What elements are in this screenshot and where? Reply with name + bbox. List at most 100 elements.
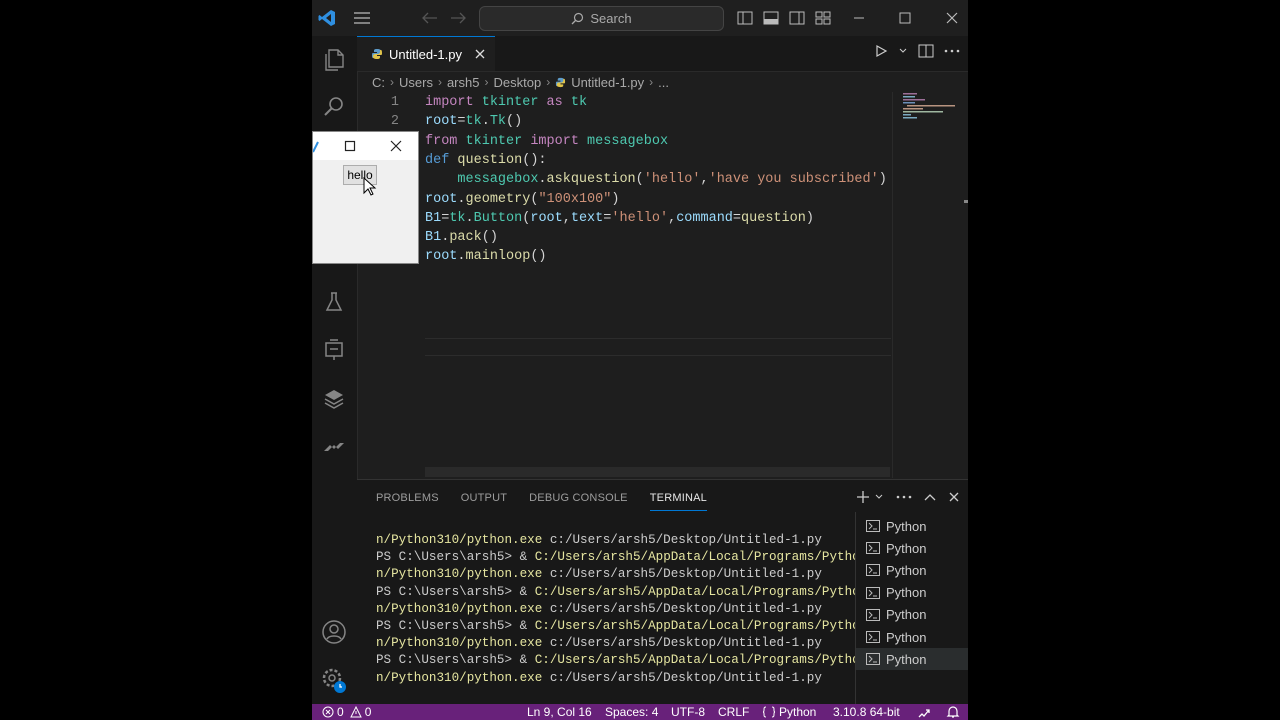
tab-problems[interactable]: PROBLEMS [376, 492, 439, 511]
search-icon[interactable] [320, 93, 348, 121]
run-icon[interactable] [874, 44, 888, 58]
menu-icon[interactable] [352, 8, 372, 28]
terminal-instance[interactable]: Python [856, 648, 968, 671]
extensions-icon[interactable] [320, 385, 348, 413]
code-token: from [425, 133, 466, 149]
terminal-instance[interactable]: Python [856, 626, 968, 648]
title-bar: Search [312, 0, 968, 37]
breadcrumb-drive[interactable]: C: [372, 75, 385, 90]
code-token: tk [449, 210, 466, 226]
terminal-prefix: PS C:\Users\arsh5> & [376, 550, 535, 565]
code-token: , [562, 210, 571, 226]
code-token: import [530, 133, 588, 149]
problems-status[interactable]: 0 0 [322, 704, 371, 720]
breadcrumb-desktop[interactable]: Desktop [493, 75, 541, 90]
code-token: Tk [489, 114, 507, 130]
panel-actions [856, 490, 960, 504]
code-token: messagebox [457, 172, 539, 188]
terminal-instance-label: Python [886, 585, 927, 601]
tk-close-icon[interactable] [390, 140, 402, 152]
close-tab-icon[interactable] [474, 48, 486, 60]
back-arrow-icon[interactable] [420, 8, 440, 28]
code-token: root [425, 249, 458, 265]
code-token: = [457, 114, 466, 130]
tab-output[interactable]: OUTPUT [461, 492, 507, 511]
code-token: ) [805, 210, 814, 226]
terminal-rest: c:/Users/arsh5/Desktop/Untitled-1.py [542, 601, 822, 616]
line-number: 1 [390, 95, 399, 110]
code-token: tk [465, 114, 482, 130]
terminal-instance[interactable]: Python [856, 582, 968, 604]
maximize-panel-icon[interactable] [924, 492, 936, 502]
terminal-instance-label: Python [886, 540, 927, 556]
tab-untitled-1[interactable]: Untitled-1.py [357, 36, 495, 71]
breadcrumb-users[interactable]: Users [399, 75, 433, 90]
code-token: tk [570, 95, 588, 110]
chevron-down-icon[interactable] [874, 492, 884, 502]
code-token: , [668, 210, 677, 226]
breadcrumb-file[interactable]: Untitled-1.py [571, 75, 644, 90]
horizontal-scrollbar[interactable] [425, 467, 890, 477]
command-center-search[interactable]: Search [479, 6, 724, 31]
terminal-instance[interactable]: Python [856, 515, 968, 537]
toggle-secondary-sidebar-icon[interactable] [787, 8, 807, 28]
close-window-icon[interactable] [942, 8, 962, 28]
split-editor-icon[interactable] [918, 44, 934, 58]
terminal-path: n/Python310/python.exe [376, 533, 543, 547]
accounts-icon[interactable] [320, 618, 348, 646]
more-actions-icon[interactable] [944, 48, 960, 54]
language-mode[interactable]: Python [762, 704, 816, 720]
tk-maximize-icon[interactable] [344, 140, 356, 152]
terminal-instance[interactable]: Python [856, 604, 968, 626]
toggle-panel-icon[interactable] [761, 8, 781, 28]
breadcrumb-arsh5[interactable]: arsh5 [447, 75, 480, 90]
minimize-icon[interactable] [849, 8, 869, 28]
code-token: . [465, 210, 474, 226]
chevron-right-icon: › [437, 75, 442, 89]
forward-arrow-icon[interactable] [448, 8, 468, 28]
line-number: 2 [390, 114, 399, 129]
code-token: askquestion [546, 172, 636, 188]
minimap[interactable] [892, 92, 968, 478]
terminal-output[interactable]: n/Python310/python.exe c:/Users/arsh5/De… [376, 532, 856, 687]
code-token: geometry [465, 191, 531, 207]
encoding[interactable]: UTF-8 [671, 704, 705, 720]
testing-icon[interactable] [320, 288, 348, 316]
terminal-instance[interactable]: Python [856, 559, 968, 581]
end-of-line[interactable]: CRLF [718, 704, 749, 720]
terminal-instance[interactable]: Python [856, 537, 968, 559]
explorer-icon[interactable] [320, 46, 348, 74]
customize-layout-icon[interactable] [813, 8, 833, 28]
manage-icon[interactable] [320, 666, 348, 694]
tab-debug-console[interactable]: DEBUG CONSOLE [529, 492, 628, 511]
chevron-down-icon[interactable] [898, 46, 908, 56]
tab-terminal[interactable]: TERMINAL [649, 492, 707, 511]
warning-icon [349, 706, 362, 718]
code-text: def question(): [425, 151, 547, 170]
terminal-line: n/Python310/python.exe c:/Users/arsh5/De… [376, 670, 856, 687]
toggle-sidebar-icon[interactable] [735, 8, 755, 28]
more-actions-icon[interactable] [896, 494, 912, 500]
notifications-bell-icon[interactable] [946, 704, 960, 720]
tab-label: Untitled-1.py [389, 46, 462, 62]
breadcrumb-symbols[interactable]: ... [658, 75, 669, 90]
code-text: import tkinter as tk [425, 93, 587, 112]
python-file-icon [556, 77, 566, 87]
code-token: ( [635, 172, 644, 188]
feedback-icon[interactable] [917, 704, 931, 720]
remote-explorer-icon[interactable] [320, 336, 348, 364]
new-terminal-icon[interactable] [856, 490, 870, 504]
terminal-instance-label: Python [886, 518, 927, 534]
indentation[interactable]: Spaces: 4 [605, 704, 658, 720]
code-token: (): [522, 152, 547, 168]
azure-icon[interactable] [320, 434, 348, 462]
code-text: root=tk.Tk() [425, 112, 522, 131]
code-token: question [741, 210, 806, 226]
python-interpreter[interactable]: 3.10.8 64-bit [833, 704, 900, 720]
close-panel-icon[interactable] [948, 491, 960, 503]
code-editor[interactable]: 1 2 import tkinter as tk root=tk.Tk() from… [357, 92, 892, 478]
maximize-icon[interactable] [895, 8, 915, 28]
breadcrumb: C: › Users › arsh5 › Desktop › Untitled-… [372, 73, 669, 91]
cursor-position[interactable]: Ln 9, Col 16 [527, 704, 592, 720]
code-token: = [732, 210, 742, 226]
